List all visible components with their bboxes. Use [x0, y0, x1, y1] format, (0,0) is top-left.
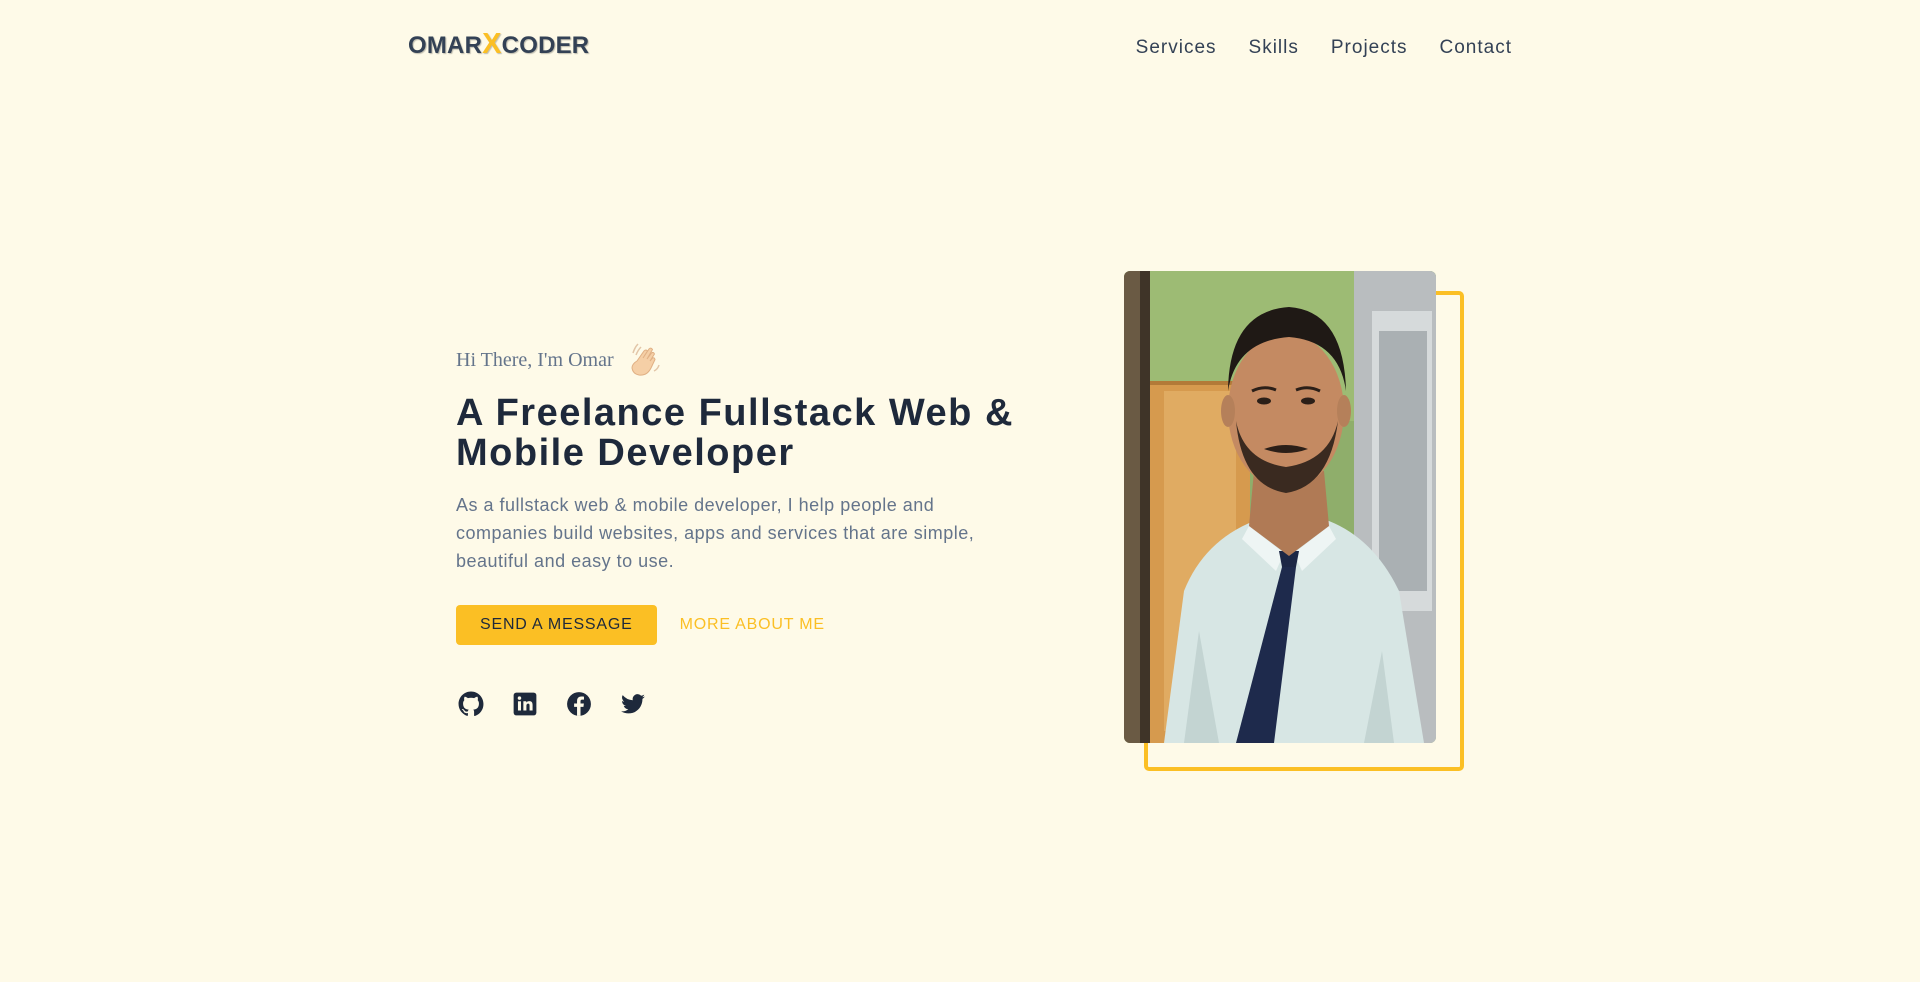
- site-logo[interactable]: OMARXCODER: [408, 30, 590, 60]
- logo-part-coder: CODER: [501, 32, 590, 59]
- hero-actions: SEND A MESSAGE MORE ABOUT ME: [456, 605, 1016, 645]
- greeting-text: Hi There, I'm Omar: [456, 348, 614, 371]
- portrait-photo: [1124, 271, 1436, 743]
- more-about-me-link[interactable]: MORE ABOUT ME: [680, 616, 825, 634]
- nav-link-projects[interactable]: Projects: [1331, 37, 1408, 59]
- social-links: [458, 691, 1016, 717]
- waving-hand-icon: [626, 341, 662, 379]
- linkedin-icon[interactable]: [512, 691, 538, 717]
- facebook-icon[interactable]: [566, 691, 592, 717]
- twitter-icon[interactable]: [620, 691, 646, 717]
- hero-section: Hi There, I'm Omar A Freelance Fullstack…: [456, 340, 1016, 717]
- send-message-button[interactable]: SEND A MESSAGE: [456, 605, 657, 645]
- hero-headline: A Freelance Fullstack Web & Mobile Devel…: [456, 392, 1014, 474]
- nav-link-contact[interactable]: Contact: [1440, 37, 1512, 59]
- greeting: Hi There, I'm Omar: [456, 340, 1016, 380]
- site-header: OMARXCODER Services Skills Projects Cont…: [0, 0, 1920, 96]
- nav-link-services[interactable]: Services: [1136, 37, 1217, 59]
- logo-part-omar: OMAR: [408, 32, 483, 59]
- logo-part-x: X: [482, 28, 502, 60]
- main-nav: Services Skills Projects Contact: [1136, 37, 1512, 59]
- github-icon[interactable]: [458, 691, 484, 717]
- nav-link-skills[interactable]: Skills: [1249, 37, 1299, 59]
- hero-description: As a fullstack web & mobile developer, I…: [456, 495, 975, 571]
